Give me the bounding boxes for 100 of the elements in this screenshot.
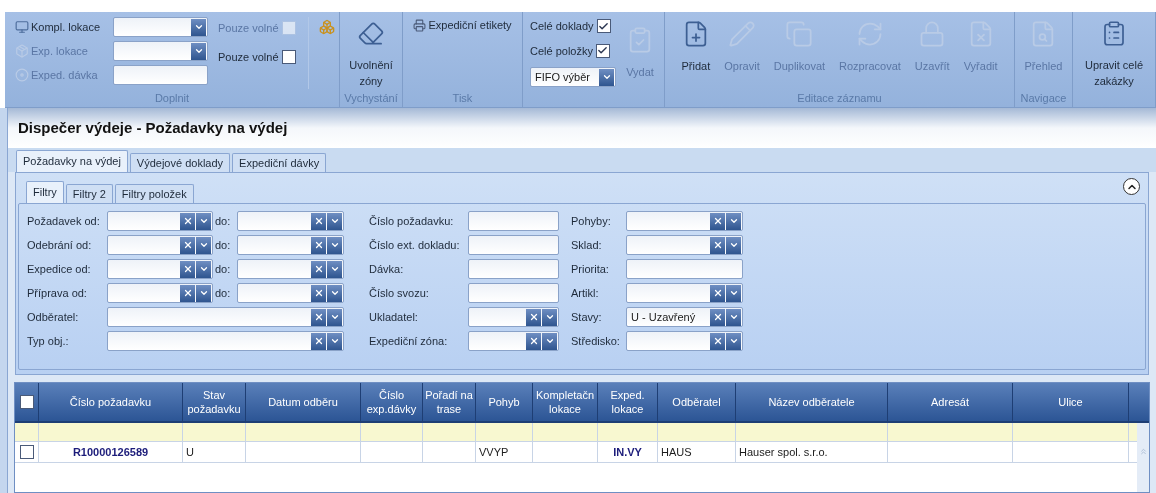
dropdown-button[interactable] xyxy=(196,212,211,230)
clear-button[interactable] xyxy=(180,260,195,278)
input-field[interactable] xyxy=(468,283,559,303)
dropdown-button[interactable] xyxy=(196,260,211,278)
clear-button[interactable] xyxy=(710,332,725,350)
input-field[interactable] xyxy=(468,211,559,231)
column-header[interactable]: Název odběratele xyxy=(736,383,888,421)
tab[interactable]: Filtry 2 xyxy=(65,184,113,203)
input-field[interactable] xyxy=(468,259,559,279)
close-icon xyxy=(712,288,723,298)
input-field[interactable] xyxy=(626,259,743,279)
combo-box[interactable]: FIFO výběr xyxy=(530,67,616,87)
column-header[interactable]: Odběratel xyxy=(658,383,736,421)
dropdown-button[interactable] xyxy=(327,284,342,302)
clear-button[interactable] xyxy=(311,284,326,302)
column-header[interactable]: Ulice xyxy=(1013,383,1129,421)
combo-box[interactable] xyxy=(626,331,743,351)
dropdown-button[interactable] xyxy=(191,42,206,60)
dropdown-button[interactable] xyxy=(726,308,741,326)
filter-label: Ukladatel: xyxy=(369,309,419,325)
clear-button[interactable] xyxy=(180,284,195,302)
clear-button[interactable] xyxy=(311,236,326,254)
clear-button[interactable] xyxy=(311,332,326,350)
ribbon-button[interactable]: Upravit celé zakázky xyxy=(1074,12,1154,89)
combo-box[interactable] xyxy=(626,235,743,255)
dropdown-button[interactable] xyxy=(327,308,342,326)
ribbon-button[interactable]: Přidat xyxy=(677,12,715,89)
clear-button[interactable] xyxy=(710,236,725,254)
column-header[interactable]: Kompletačn lokace xyxy=(533,383,598,421)
caret-icon xyxy=(193,46,204,56)
column-header[interactable]: Stav požadavku xyxy=(183,383,246,421)
dropdown-button[interactable] xyxy=(196,284,211,302)
dropdown-button[interactable] xyxy=(191,18,206,36)
checkbox[interactable] xyxy=(281,49,296,64)
table-row[interactable]: R10000126589 U VVYP IN.VY HAUS Hauser spol. s.r.o. xyxy=(15,442,1137,463)
tab[interactable]: Filtry xyxy=(26,181,64,203)
clear-button[interactable] xyxy=(311,212,326,230)
dropdown-button[interactable] xyxy=(196,236,211,254)
clear-button[interactable] xyxy=(311,308,326,326)
dropdown-button[interactable] xyxy=(599,68,614,86)
dropdown-button[interactable] xyxy=(327,260,342,278)
column-header[interactable]: Číslo požadavku xyxy=(39,383,183,421)
ribbon-button[interactable]: Expediční etikety xyxy=(413,17,512,34)
tab[interactable]: Expediční dávky xyxy=(232,153,327,172)
ribbon-button[interactable]: Uvolnění zóny xyxy=(340,12,402,89)
dropdown-button[interactable] xyxy=(327,212,342,230)
column-header[interactable]: Pohyb xyxy=(476,383,533,421)
copy-icon xyxy=(785,20,814,48)
checkbox[interactable] xyxy=(19,395,34,409)
combo-box[interactable] xyxy=(113,17,208,37)
dropdown-button[interactable] xyxy=(542,332,557,350)
checkbox[interactable] xyxy=(19,445,34,459)
checkbox[interactable] xyxy=(596,43,610,58)
input-field[interactable] xyxy=(113,65,208,85)
combo-box[interactable] xyxy=(107,307,344,327)
column-header[interactable]: Adresát xyxy=(888,383,1013,421)
column-header[interactable]: Datum odběru xyxy=(246,383,361,421)
dropdown-button[interactable] xyxy=(726,284,741,302)
combo-box[interactable] xyxy=(107,211,213,231)
combo-box[interactable] xyxy=(107,283,213,303)
clear-button[interactable] xyxy=(180,212,195,230)
column-header[interactable]: Exped. lokace xyxy=(598,383,658,421)
combo-box[interactable] xyxy=(237,259,344,279)
combo-box[interactable] xyxy=(626,211,743,231)
combo-box[interactable] xyxy=(468,307,559,327)
column-header[interactable]: Pořadí na trase xyxy=(423,383,476,421)
combo-box[interactable] xyxy=(237,235,344,255)
input-field[interactable] xyxy=(468,235,559,255)
scrollbar[interactable] xyxy=(1137,423,1149,492)
clear-button[interactable] xyxy=(180,236,195,254)
dropdown-button[interactable] xyxy=(542,308,557,326)
dropdown-button[interactable] xyxy=(327,332,342,350)
dropdown-button[interactable] xyxy=(726,332,741,350)
combo-box[interactable] xyxy=(626,283,743,303)
clear-button[interactable] xyxy=(526,308,541,326)
clear-button[interactable] xyxy=(710,308,725,326)
collapse-button[interactable] xyxy=(1123,178,1140,195)
combo-box[interactable] xyxy=(107,235,213,255)
checkbox-label: Pouze volné xyxy=(218,21,279,36)
checkbox[interactable] xyxy=(596,19,611,34)
combo-box[interactable] xyxy=(237,211,344,231)
combo-box[interactable] xyxy=(107,331,344,351)
combo-box[interactable] xyxy=(237,283,344,303)
combo-box[interactable] xyxy=(113,41,208,61)
filter-label: do: xyxy=(214,285,232,301)
tab[interactable]: Výdejové doklady xyxy=(129,153,231,172)
clear-button[interactable] xyxy=(710,284,725,302)
table-cell-text: HAUS xyxy=(661,444,692,460)
dropdown-button[interactable] xyxy=(726,212,741,230)
tab[interactable]: Filtry položek xyxy=(114,184,194,203)
dropdown-button[interactable] xyxy=(726,236,741,254)
combo-box[interactable] xyxy=(468,331,559,351)
clear-button[interactable] xyxy=(710,212,725,230)
combo-box[interactable] xyxy=(107,259,213,279)
combo-box[interactable]: U - Uzavřený xyxy=(626,307,743,327)
clear-button[interactable] xyxy=(526,332,541,350)
dropdown-button[interactable] xyxy=(327,236,342,254)
clear-button[interactable] xyxy=(311,260,326,278)
column-header[interactable]: Číslo exp.dávky xyxy=(361,383,423,421)
tab[interactable]: Požadavky na výdej xyxy=(16,150,128,172)
